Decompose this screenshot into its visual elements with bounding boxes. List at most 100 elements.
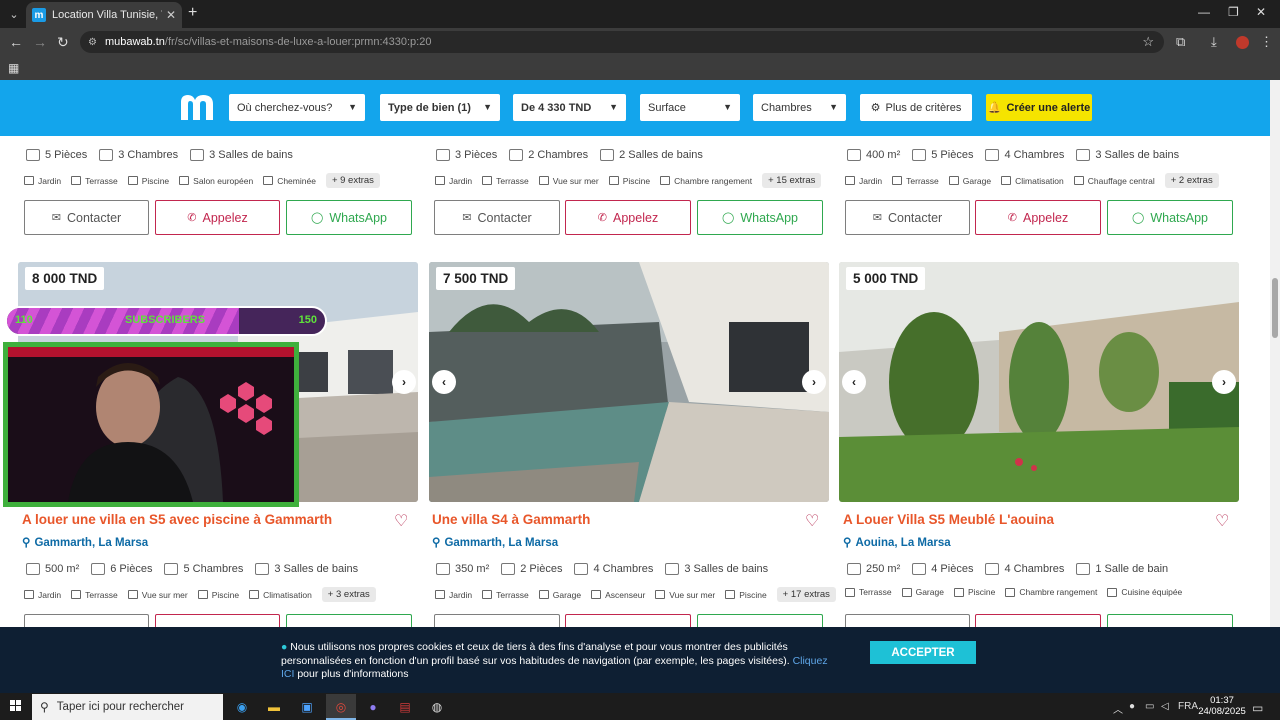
close-window-icon[interactable]: ✕ bbox=[1256, 5, 1266, 19]
extras-more-badge[interactable]: + 15 extras bbox=[762, 173, 822, 188]
accept-cookies-button[interactable]: ACCEPTER bbox=[870, 641, 976, 664]
listing-title[interactable]: A Louer Villa S5 Meublé L'aouina bbox=[843, 512, 1054, 527]
property-type-select[interactable]: Type de bien (1) ▼ bbox=[380, 94, 500, 121]
discord-icon[interactable]: ● bbox=[362, 697, 384, 717]
whatsapp-button[interactable]: ◯ WhatsApp bbox=[286, 200, 412, 235]
listing-title[interactable]: Une villa S4 à Gammarth bbox=[432, 512, 590, 527]
edge-icon[interactable]: ◉ bbox=[231, 697, 253, 717]
minimize-icon[interactable]: — bbox=[1198, 5, 1210, 19]
url-field[interactable]: ⚙ mubawab.tn /fr/sc/villas-et-maisons-de… bbox=[80, 31, 1164, 53]
listing-photo[interactable]: 5 000 TND ‹ › bbox=[839, 262, 1239, 502]
taskbar-clock[interactable]: 01:37 24/08/2025 bbox=[1192, 695, 1252, 717]
extras-more-badge[interactable]: + 3 extras bbox=[321, 587, 376, 602]
favorite-heart-icon[interactable]: ♡ bbox=[1215, 511, 1229, 531]
extra-label: Piscine bbox=[141, 175, 170, 186]
download-icon[interactable]: ⤓ bbox=[1211, 34, 1217, 50]
rooms-select[interactable]: Chambres ▼ bbox=[753, 94, 846, 121]
extras-more-badge[interactable]: + 2 extras bbox=[1164, 173, 1219, 188]
tab-close-icon[interactable]: ✕ bbox=[166, 8, 176, 22]
price-select[interactable]: De 4 330 TND ▼ bbox=[513, 94, 626, 121]
heating-icon bbox=[1073, 176, 1084, 185]
contact-button[interactable]: ✉ Contacter bbox=[24, 200, 149, 235]
contact-button[interactable] bbox=[434, 614, 560, 627]
tab-search-icon[interactable]: ⌄ bbox=[4, 4, 24, 24]
stat-value: 2 Chambres bbox=[528, 149, 589, 161]
contact-button[interactable]: ✉ Contacter bbox=[845, 200, 970, 235]
whatsapp-button[interactable] bbox=[286, 614, 412, 627]
whatsapp-button[interactable]: ◯ WhatsApp bbox=[1107, 200, 1233, 235]
call-button-label: Appelez bbox=[202, 210, 248, 225]
next-photo-icon[interactable]: › bbox=[802, 370, 826, 394]
extensions-icon[interactable]: ⧉ bbox=[1176, 34, 1185, 50]
whatsapp-button[interactable] bbox=[697, 614, 823, 627]
browser-tab[interactable]: m Location Villa Tunisie, Villa à Lo ✕ bbox=[26, 2, 182, 28]
previous-photo-icon[interactable]: ‹ bbox=[432, 370, 456, 394]
next-photo-icon[interactable]: › bbox=[392, 370, 416, 394]
phone-icon: ✆ bbox=[597, 212, 608, 224]
notification-icon[interactable]: ▭ bbox=[1252, 701, 1263, 715]
contact-button[interactable] bbox=[845, 614, 970, 627]
location-text: Gammarth, La Marsa bbox=[34, 537, 149, 549]
contact-button[interactable] bbox=[24, 614, 149, 627]
more-criteria-button[interactable]: ⚙ Plus de critères bbox=[860, 94, 972, 121]
reload-icon[interactable]: ↻ bbox=[57, 34, 69, 51]
pool-icon bbox=[953, 587, 964, 597]
whatsapp-button[interactable]: ◯ WhatsApp bbox=[697, 200, 823, 235]
location-select[interactable]: Où cherchez-vous? ▼ bbox=[229, 94, 365, 121]
tray-expand-icon[interactable]: ︿ bbox=[1113, 701, 1123, 716]
apps-grid-icon[interactable]: ▦ bbox=[8, 61, 19, 75]
bookmark-star-icon[interactable]: ☆ bbox=[1142, 34, 1154, 50]
surface-select[interactable]: Surface ▼ bbox=[640, 94, 740, 121]
extras-more-badge[interactable]: + 9 extras bbox=[325, 173, 380, 188]
taskbar-search[interactable]: ⚲ Taper ici pour rechercher bbox=[32, 694, 223, 720]
favorite-heart-icon[interactable]: ♡ bbox=[805, 511, 819, 531]
previous-photo-icon[interactable]: ‹ bbox=[842, 370, 866, 394]
contact-button[interactable]: ✉ Contacter bbox=[434, 200, 560, 235]
create-alert-button[interactable]: 🔔 Créer une alerte bbox=[986, 94, 1092, 121]
site-info-icon[interactable]: ⚙ bbox=[88, 37, 97, 48]
windows-start-icon[interactable] bbox=[10, 700, 22, 712]
browser-menu-icon[interactable]: ⋮ bbox=[1260, 34, 1273, 50]
stat-value: 5 Chambres bbox=[183, 563, 244, 575]
envelope-icon: ✉ bbox=[51, 212, 61, 224]
call-button[interactable]: ✆ Appelez bbox=[155, 200, 280, 235]
page-scrollbar[interactable] bbox=[1270, 80, 1280, 627]
call-button[interactable] bbox=[975, 614, 1101, 627]
listing-title[interactable]: A louer une villa en S5 avec piscine à G… bbox=[22, 512, 332, 527]
listing-location: ⚲ Gammarth, La Marsa bbox=[22, 535, 148, 549]
network-icon[interactable]: ▭ bbox=[1145, 701, 1154, 712]
back-icon[interactable]: ← bbox=[9, 34, 23, 50]
store-icon[interactable]: ▣ bbox=[296, 697, 318, 717]
new-tab-icon[interactable]: + bbox=[188, 4, 197, 22]
profile-avatar[interactable] bbox=[1236, 36, 1249, 49]
extra-label: Terrasse bbox=[859, 587, 892, 597]
call-button[interactable] bbox=[565, 614, 691, 627]
forward-icon[interactable]: → bbox=[33, 34, 47, 50]
volume-icon[interactable]: ◁ bbox=[1161, 701, 1169, 712]
listing-photo[interactable]: 7 500 TND ‹ › bbox=[429, 262, 829, 502]
extras-more-badge[interactable]: + 17 extras bbox=[776, 587, 836, 602]
whatsapp-button[interactable] bbox=[1107, 614, 1233, 627]
clock-date: 24/08/2025 bbox=[1198, 706, 1246, 717]
restore-icon[interactable]: ❐ bbox=[1228, 5, 1239, 19]
obs-icon[interactable]: ◍ bbox=[426, 697, 448, 717]
url-host: mubawab.tn bbox=[104, 36, 165, 48]
call-button[interactable] bbox=[155, 614, 280, 627]
pool-icon bbox=[127, 176, 138, 185]
subscriber-current: 110 bbox=[15, 314, 33, 326]
favorite-heart-icon[interactable]: ♡ bbox=[394, 511, 408, 531]
file-explorer-icon[interactable]: ▬ bbox=[263, 697, 285, 717]
listing-extras: Jardin Terrasse Garage Climatisation Cha… bbox=[845, 173, 1219, 188]
garden-photo-image bbox=[839, 262, 1239, 502]
area-icon bbox=[436, 563, 450, 575]
mubawab-logo[interactable] bbox=[178, 92, 216, 122]
call-button[interactable]: ✆ Appelez bbox=[975, 200, 1101, 235]
next-photo-icon[interactable]: › bbox=[1212, 370, 1236, 394]
scrollbar-thumb[interactable] bbox=[1272, 278, 1278, 338]
call-button[interactable]: ✆ Appelez bbox=[565, 200, 691, 235]
area-icon bbox=[847, 563, 861, 575]
streaming-app-icon[interactable]: ▤ bbox=[394, 697, 416, 717]
stat-value: 4 Chambres bbox=[593, 563, 654, 575]
microphone-icon[interactable]: ● bbox=[1129, 701, 1135, 712]
chrome-icon[interactable]: ◎ bbox=[330, 697, 352, 717]
